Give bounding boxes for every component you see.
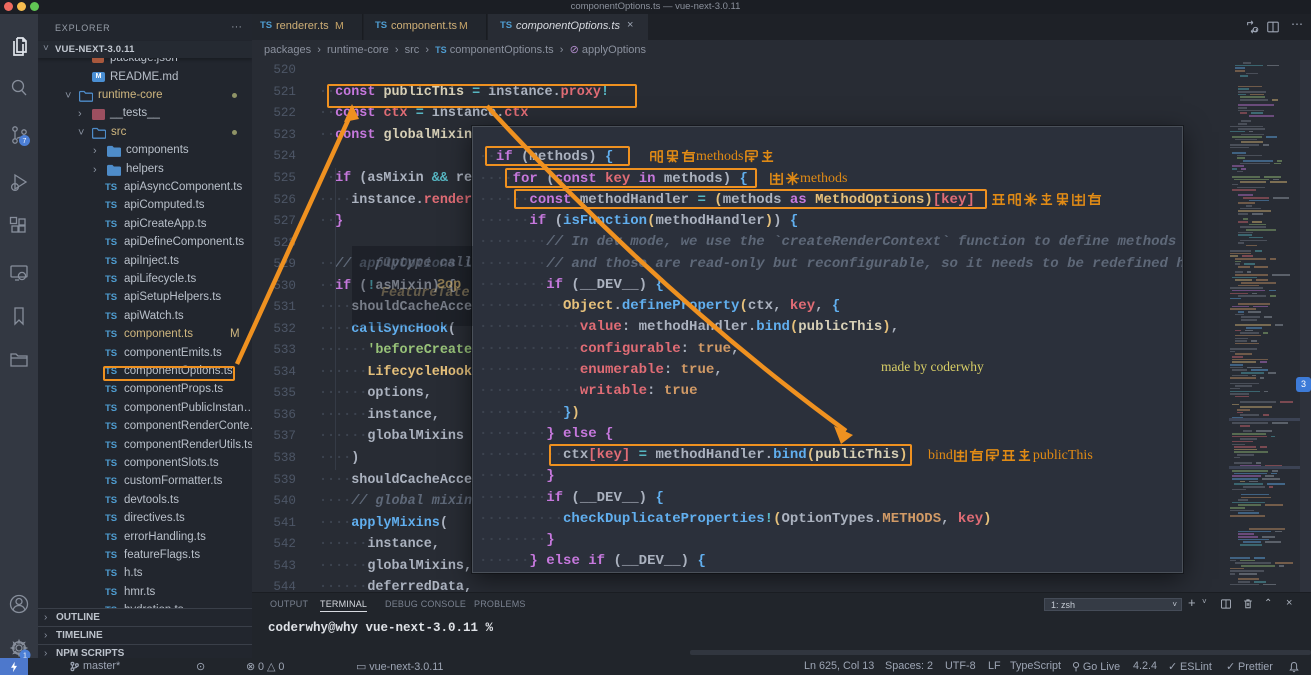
svg-text:7: 7 xyxy=(23,138,27,145)
